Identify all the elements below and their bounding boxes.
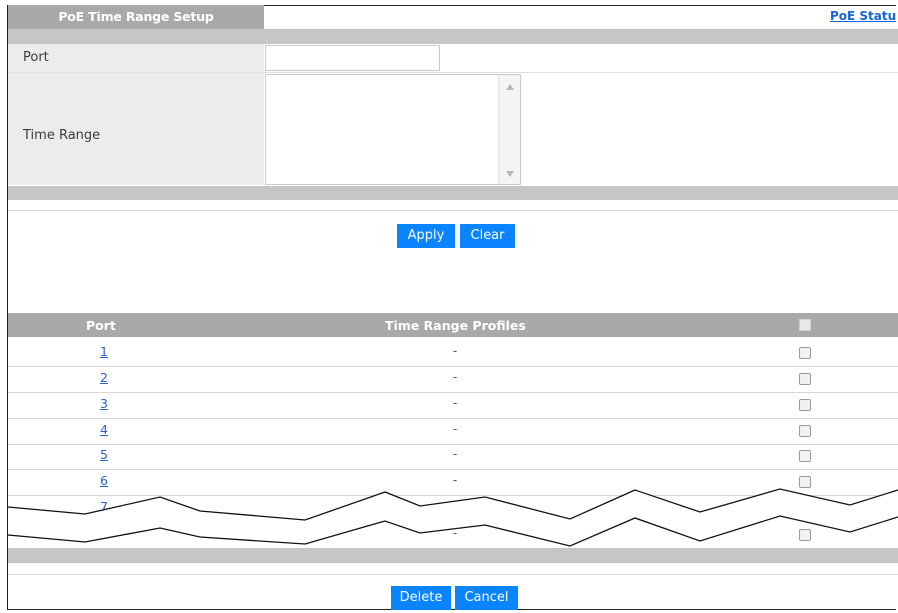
row-checkbox[interactable]	[799, 425, 811, 437]
listbox-scrollbar[interactable]	[498, 75, 520, 184]
form-top-band	[8, 29, 898, 44]
profiles-column-header: Time Range Profiles	[385, 318, 526, 333]
select-all-checkbox[interactable]	[799, 319, 811, 331]
apply-button[interactable]: Apply	[397, 224, 455, 248]
time-range-label: Time Range	[23, 128, 101, 143]
port-label-cell: Port	[8, 44, 264, 72]
profile-value: -	[452, 370, 458, 384]
form-divider	[8, 210, 898, 211]
port-link[interactable]: 1	[94, 344, 114, 359]
row-divider	[8, 495, 898, 496]
row-divider	[8, 469, 898, 470]
page-title: PoE Time Range Setup	[8, 5, 264, 29]
form-bottom-band	[8, 186, 898, 200]
profile-value: -	[452, 396, 458, 410]
cancel-button[interactable]: Cancel	[455, 586, 518, 610]
row-divider	[8, 444, 898, 445]
table-header: Port Time Range Profiles	[8, 313, 898, 337]
triangle-up-icon[interactable]	[505, 83, 515, 91]
profile-value: -	[452, 344, 458, 358]
row-checkbox[interactable]	[799, 529, 811, 541]
time-range-listbox[interactable]	[265, 74, 521, 185]
profile-value: -	[452, 447, 458, 461]
port-label: Port	[23, 50, 49, 65]
delete-button[interactable]: Delete	[391, 586, 451, 610]
row-divider	[8, 418, 898, 419]
port-link[interactable]: 5	[94, 447, 114, 462]
table-divider	[8, 574, 898, 575]
row-checkbox[interactable]	[799, 373, 811, 385]
row-divider	[8, 366, 898, 367]
row-checkbox[interactable]	[799, 450, 811, 462]
triangle-down-icon[interactable]	[505, 170, 515, 178]
port-link[interactable]: 7	[94, 499, 114, 514]
port-link[interactable]: 4	[94, 422, 114, 437]
time-range-label-cell: Time Range	[8, 73, 264, 185]
profile-value: -	[452, 473, 458, 487]
row-checkbox[interactable]	[799, 399, 811, 411]
clear-button[interactable]: Clear	[460, 224, 515, 248]
profile-value: -	[452, 422, 458, 436]
port-link[interactable]: 6	[94, 473, 114, 488]
row-checkbox[interactable]	[799, 476, 811, 488]
row-divider	[8, 392, 898, 393]
poe-status-link[interactable]: PoE Statu	[830, 9, 896, 23]
profile-value: -	[452, 526, 458, 540]
port-column-header: Port	[86, 318, 116, 333]
table-bottom-band	[8, 548, 898, 563]
row-checkbox[interactable]	[799, 502, 811, 514]
port-link[interactable]: 3	[94, 396, 114, 411]
port-input[interactable]	[265, 45, 440, 71]
row-checkbox[interactable]	[799, 347, 811, 359]
port-link[interactable]: 2	[94, 370, 114, 385]
